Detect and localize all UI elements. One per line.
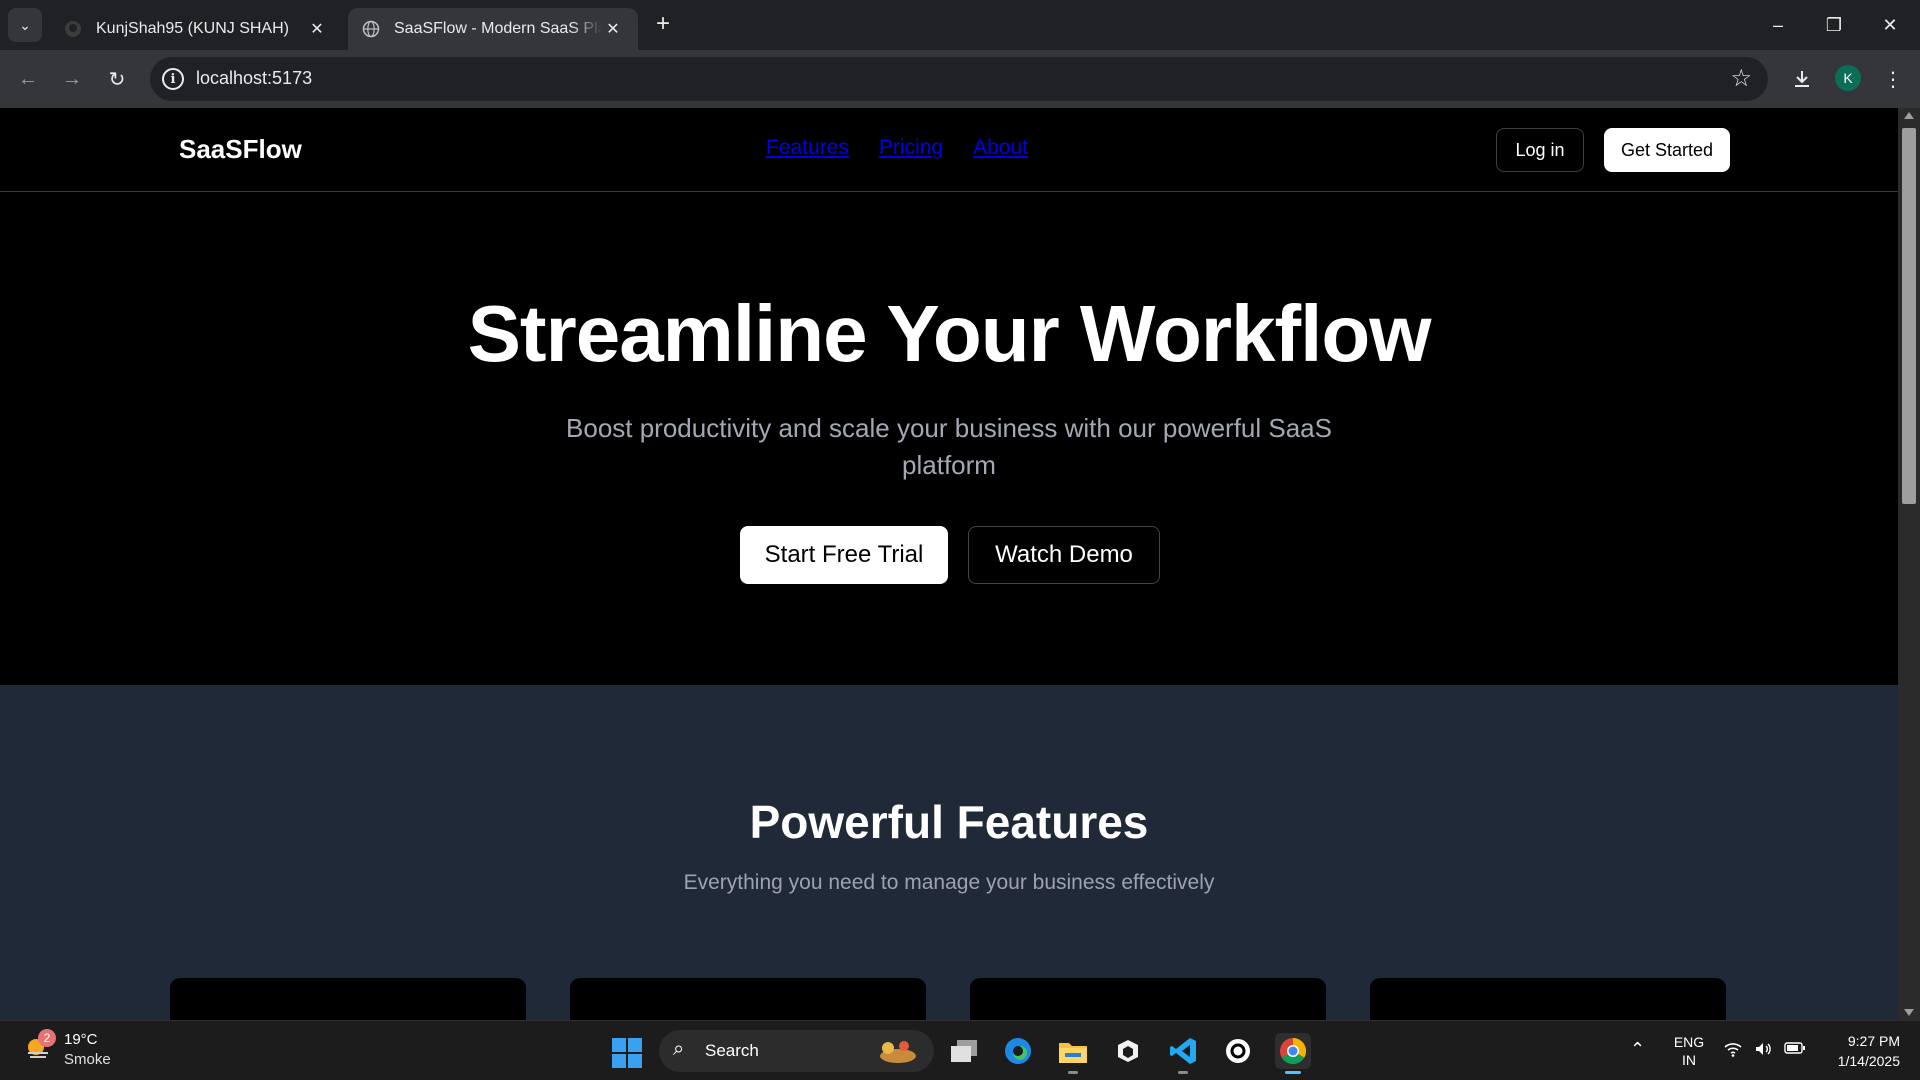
threads-icon xyxy=(1226,1039,1250,1063)
app-icon xyxy=(1118,1040,1138,1062)
restore-button[interactable]: ❐ xyxy=(1806,0,1862,50)
minimize-button[interactable]: – xyxy=(1750,0,1806,50)
close-window-button[interactable]: ✕ xyxy=(1862,0,1918,50)
features-title: Powerful Features xyxy=(749,796,1149,848)
windows-taskbar: 2 19°C Smoke ⌕ Search ⌃ ENG IN 9:27 PM 1… xyxy=(0,1020,1920,1080)
globe-icon xyxy=(362,20,380,38)
bookmark-star-icon[interactable]: ☆ xyxy=(1730,65,1752,93)
feature-card xyxy=(570,978,926,1020)
battery-icon xyxy=(1784,1042,1805,1054)
chevron-up-icon: ⌃ xyxy=(1630,1039,1646,1059)
chrome-button[interactable] xyxy=(1275,1033,1311,1074)
chrome-icon xyxy=(1280,1037,1307,1065)
site-logo[interactable]: SaaSFlow xyxy=(179,134,302,165)
scroll-down-icon[interactable] xyxy=(1904,1009,1914,1016)
file-explorer-icon xyxy=(1059,1043,1087,1063)
profile-avatar[interactable]: K xyxy=(1835,65,1861,91)
forward-button[interactable]: → xyxy=(56,63,88,95)
tab-title: SaaSFlow - Modern SaaS Platform xyxy=(394,20,602,37)
site-nav-links: Features Pricing About xyxy=(766,136,1028,160)
tab-close-icon[interactable]: ✕ xyxy=(306,18,328,40)
get-started-button[interactable]: Get Started xyxy=(1604,128,1730,172)
restore-icon: ❐ xyxy=(1825,14,1843,35)
plus-icon: + xyxy=(655,10,670,37)
language-indicator[interactable]: ENG IN xyxy=(1672,1033,1706,1069)
feature-card xyxy=(970,978,1326,1020)
page-scrollbar[interactable] xyxy=(1898,108,1920,1020)
weather-badge: 2 xyxy=(38,1029,56,1047)
features-section: Powerful Features Everything you need to… xyxy=(0,685,1898,1020)
lang-code: ENG xyxy=(1673,1034,1705,1050)
login-button[interactable]: Log in xyxy=(1496,128,1584,172)
wifi-icon xyxy=(1724,1043,1742,1057)
page-viewport: SaaSFlow Features Pricing About Log in G… xyxy=(0,108,1898,1020)
tab-title: KunjShah95 (KUNJ SHAH) xyxy=(96,20,289,37)
weather-temp[interactable]: 19°C xyxy=(64,1031,98,1048)
file-explorer-button[interactable] xyxy=(1055,1033,1091,1074)
taskbar-clock[interactable]: 9:27 PM 1/14/2025 xyxy=(1820,1031,1900,1071)
edge-icon xyxy=(1005,1038,1031,1064)
new-tab-button[interactable]: + xyxy=(650,10,676,37)
running-indicator xyxy=(1178,1071,1188,1074)
task-view-button[interactable] xyxy=(946,1033,982,1069)
arrow-left-icon: ← xyxy=(18,67,38,90)
arrow-right-icon: → xyxy=(62,67,82,90)
windows-logo-icon xyxy=(612,1038,626,1052)
address-bar[interactable]: i localhost:5173 ☆ xyxy=(150,57,1768,101)
github-icon xyxy=(64,20,82,38)
minimize-icon: – xyxy=(1772,14,1783,35)
start-button[interactable] xyxy=(612,1038,642,1068)
hero-subtitle: Boost productivity and scale your busine… xyxy=(566,413,1332,480)
show-hidden-icons-button[interactable]: ⌃ xyxy=(1630,1039,1645,1060)
task-view-icon xyxy=(951,1040,977,1062)
download-icon xyxy=(1795,71,1809,87)
nav-link-about[interactable]: About xyxy=(973,136,1028,160)
running-indicator xyxy=(1285,1071,1301,1074)
edge-button[interactable] xyxy=(1000,1033,1036,1069)
nav-link-pricing[interactable]: Pricing xyxy=(879,136,943,160)
weather-condition[interactable]: Smoke xyxy=(64,1051,111,1068)
url-text: localhost:5173 xyxy=(196,68,313,88)
site-info-icon[interactable]: i xyxy=(162,68,184,90)
scroll-up-icon[interactable] xyxy=(1904,112,1914,119)
app-button[interactable] xyxy=(1110,1033,1146,1069)
chevron-down-icon: ⌄ xyxy=(19,16,31,33)
downloads-button[interactable] xyxy=(1786,63,1818,95)
search-highlight-icon xyxy=(880,1041,916,1063)
taskbar-search[interactable]: ⌕ Search xyxy=(659,1030,934,1072)
start-free-trial-button[interactable]: Start Free Trial xyxy=(740,526,948,584)
browser-tab-strip: ⌄ KunjShah95 (KUNJ SHAH) ✕ SaaSFlow - Mo… xyxy=(0,0,1920,50)
vscode-icon xyxy=(1170,1038,1196,1064)
tab-saasflow[interactable]: SaaSFlow - Modern SaaS Platform ✕ xyxy=(348,8,638,50)
back-button[interactable]: ← xyxy=(12,63,44,95)
search-icon: ⌕ xyxy=(673,1038,685,1060)
reload-button[interactable]: ↻ xyxy=(101,63,133,95)
watch-demo-button[interactable]: Watch Demo xyxy=(968,526,1160,584)
system-tray[interactable] xyxy=(1724,1041,1806,1057)
hero-title: Streamline Your Workflow xyxy=(467,289,1432,378)
more-vertical-icon: ⋮ xyxy=(1883,68,1903,91)
volume-icon xyxy=(1756,1043,1771,1055)
browser-menu-button[interactable]: ⋮ xyxy=(1877,63,1909,95)
clock-date: 1/14/2025 xyxy=(1837,1053,1900,1069)
feature-card xyxy=(170,978,526,1020)
threads-button[interactable] xyxy=(1220,1033,1256,1069)
tab-github[interactable]: KunjShah95 (KUNJ SHAH) ✕ xyxy=(50,8,342,50)
clock-time: 9:27 PM xyxy=(1847,1033,1900,1049)
region-code: IN xyxy=(1682,1052,1696,1068)
reload-icon: ↻ xyxy=(108,68,126,91)
hero-section: Streamline Your Workflow Boost productiv… xyxy=(0,192,1898,685)
close-icon: ✕ xyxy=(1882,14,1898,35)
tab-search-button[interactable]: ⌄ xyxy=(8,8,42,42)
feature-card xyxy=(1370,978,1726,1020)
tab-close-icon[interactable]: ✕ xyxy=(602,18,624,40)
nav-link-features[interactable]: Features xyxy=(766,136,849,160)
vscode-button[interactable] xyxy=(1165,1033,1201,1074)
features-subtitle: Everything you need to manage your busin… xyxy=(683,871,1215,894)
browser-toolbar: ← → ↻ i localhost:5173 ☆ ⋮ xyxy=(0,50,1920,108)
running-indicator xyxy=(1068,1071,1078,1074)
scrollbar-thumb[interactable] xyxy=(1902,128,1916,504)
search-label: Search xyxy=(705,1041,759,1060)
site-header: SaaSFlow Features Pricing About Log in G… xyxy=(0,108,1898,192)
